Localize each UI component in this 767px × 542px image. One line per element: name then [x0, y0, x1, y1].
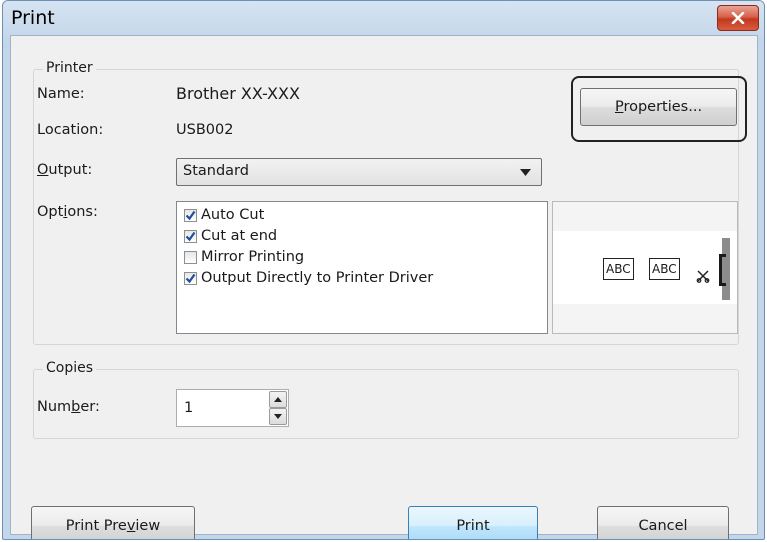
copies-number-input[interactable]: 1: [176, 389, 289, 427]
down-arrow-icon: [274, 414, 282, 419]
checkbox[interactable]: [184, 250, 197, 264]
preview-text-2: ABC: [649, 258, 680, 280]
tape-end-icon: [719, 238, 730, 300]
window-title: Print: [11, 7, 55, 29]
option-label: Auto Cut: [201, 207, 265, 223]
number-label: Number:: [37, 399, 100, 415]
option-label: Cut at end: [201, 228, 278, 244]
location-label: Location:: [37, 122, 104, 138]
scissors-icon: [696, 270, 710, 283]
copies-group-label: Copies: [43, 360, 97, 376]
output-select[interactable]: Standard: [176, 158, 542, 186]
up-arrow-icon: [274, 397, 282, 402]
printer-name-value: Brother XX-XXX: [176, 84, 300, 103]
option-cut-at-end[interactable]: Cut at end: [184, 226, 277, 246]
name-label: Name:: [37, 86, 85, 102]
preview-text-1: ABC: [603, 258, 634, 280]
increment-button[interactable]: [269, 391, 287, 408]
option-label: Mirror Printing: [201, 249, 305, 265]
print-preview-label: Print Preview: [65, 518, 161, 534]
label-preview: ABC ABC: [552, 201, 738, 334]
print-dialog: Print Printer Name: Brother XX-XXX Locat…: [2, 0, 765, 540]
checkbox[interactable]: [184, 208, 197, 222]
print-button[interactable]: Print: [408, 506, 538, 539]
print-label: Print: [456, 518, 490, 534]
properties-label: Properties...: [614, 99, 703, 115]
option-output-directly[interactable]: Output Directly to Printer Driver: [184, 268, 433, 288]
option-auto-cut[interactable]: Auto Cut: [184, 205, 264, 225]
checkbox[interactable]: [184, 229, 197, 243]
decrement-button[interactable]: [269, 408, 287, 425]
option-label: Output Directly to Printer Driver: [201, 270, 434, 286]
dialog-body: Printer Name: Brother XX-XXX Location: U…: [10, 35, 758, 539]
check-icon: [185, 273, 196, 283]
chevron-down-icon: [520, 169, 531, 176]
output-select-value: Standard: [183, 163, 249, 179]
copies-group: Copies: [33, 360, 739, 439]
output-label: Output:: [37, 162, 93, 178]
print-preview-button[interactable]: Print Preview: [31, 506, 195, 539]
cancel-button[interactable]: Cancel: [597, 506, 729, 539]
options-list: Auto Cut Cut at end Mirror Printing Outp…: [176, 201, 548, 334]
copies-number-value: 1: [184, 400, 194, 416]
checkbox[interactable]: [184, 271, 197, 285]
tape-strip: [553, 231, 737, 304]
properties-button[interactable]: Properties...: [580, 88, 737, 126]
close-button[interactable]: [717, 5, 759, 31]
options-label: Options:: [37, 204, 98, 220]
close-icon: [731, 12, 745, 24]
printer-group-label: Printer: [43, 60, 96, 76]
check-icon: [185, 210, 196, 220]
check-icon: [185, 231, 196, 241]
cancel-label: Cancel: [638, 518, 688, 534]
option-mirror-printing[interactable]: Mirror Printing: [184, 247, 304, 267]
printer-location-value: USB002: [176, 122, 234, 138]
